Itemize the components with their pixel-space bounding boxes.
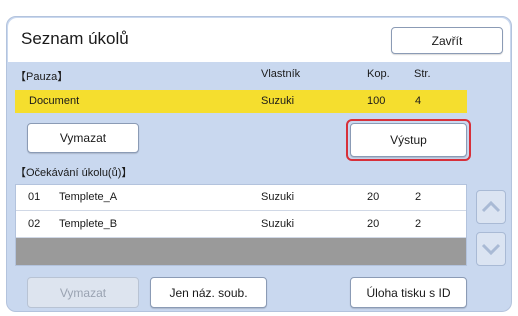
- job-number: 01: [28, 191, 41, 203]
- job-pages: 2: [415, 191, 422, 203]
- output-button[interactable]: Výstup: [350, 123, 467, 157]
- scroll-up-button[interactable]: [476, 190, 506, 224]
- delete-button[interactable]: Vymazat: [27, 277, 139, 308]
- job-name: Templete_A: [59, 191, 118, 203]
- job-owner: Suzuki: [261, 218, 295, 230]
- chevron-up-icon: [481, 200, 501, 213]
- paused-job-name: Document: [29, 95, 80, 107]
- scroll-down-button[interactable]: [476, 232, 506, 266]
- paused-delete-button[interactable]: Vymazat: [27, 123, 139, 153]
- column-header-pages: Str.: [414, 68, 431, 80]
- dialog-title: Seznam úkolů: [21, 29, 129, 48]
- list-item[interactable]: 02 Templete_B Suzuki 20 2: [16, 211, 466, 238]
- job-owner: Suzuki: [261, 191, 295, 203]
- job-copies: 20: [367, 218, 380, 230]
- job-number: 02: [28, 218, 41, 230]
- column-header-owner: Vlastník: [261, 68, 301, 80]
- job-name: Templete_B: [59, 218, 118, 230]
- waiting-job-list: 01 Templete_A Suzuki 20 2 02 Templete_B …: [15, 184, 467, 266]
- paused-job-copies: 100: [367, 95, 386, 107]
- column-header-copies: Kop.: [367, 68, 390, 80]
- filename-only-button[interactable]: Jen náz. soub.: [150, 277, 267, 308]
- list-item[interactable]: 01 Templete_A Suzuki 20 2: [16, 185, 466, 211]
- chevron-down-icon: [481, 243, 501, 256]
- waiting-section-label: 【Očekávání úkolu(ů)】: [15, 167, 133, 179]
- job-copies: 20: [367, 191, 380, 203]
- print-by-id-button[interactable]: Úloha tisku s ID: [350, 277, 467, 308]
- job-pages: 2: [415, 218, 422, 230]
- empty-list-area: [16, 238, 466, 265]
- paused-section-label: 【Pauza】: [15, 71, 69, 83]
- close-button[interactable]: Zavřít: [391, 27, 503, 54]
- paused-job-pages: 4: [415, 95, 422, 107]
- paused-job-owner: Suzuki: [261, 95, 295, 107]
- paused-job-row[interactable]: Document Suzuki 100 4: [15, 90, 467, 113]
